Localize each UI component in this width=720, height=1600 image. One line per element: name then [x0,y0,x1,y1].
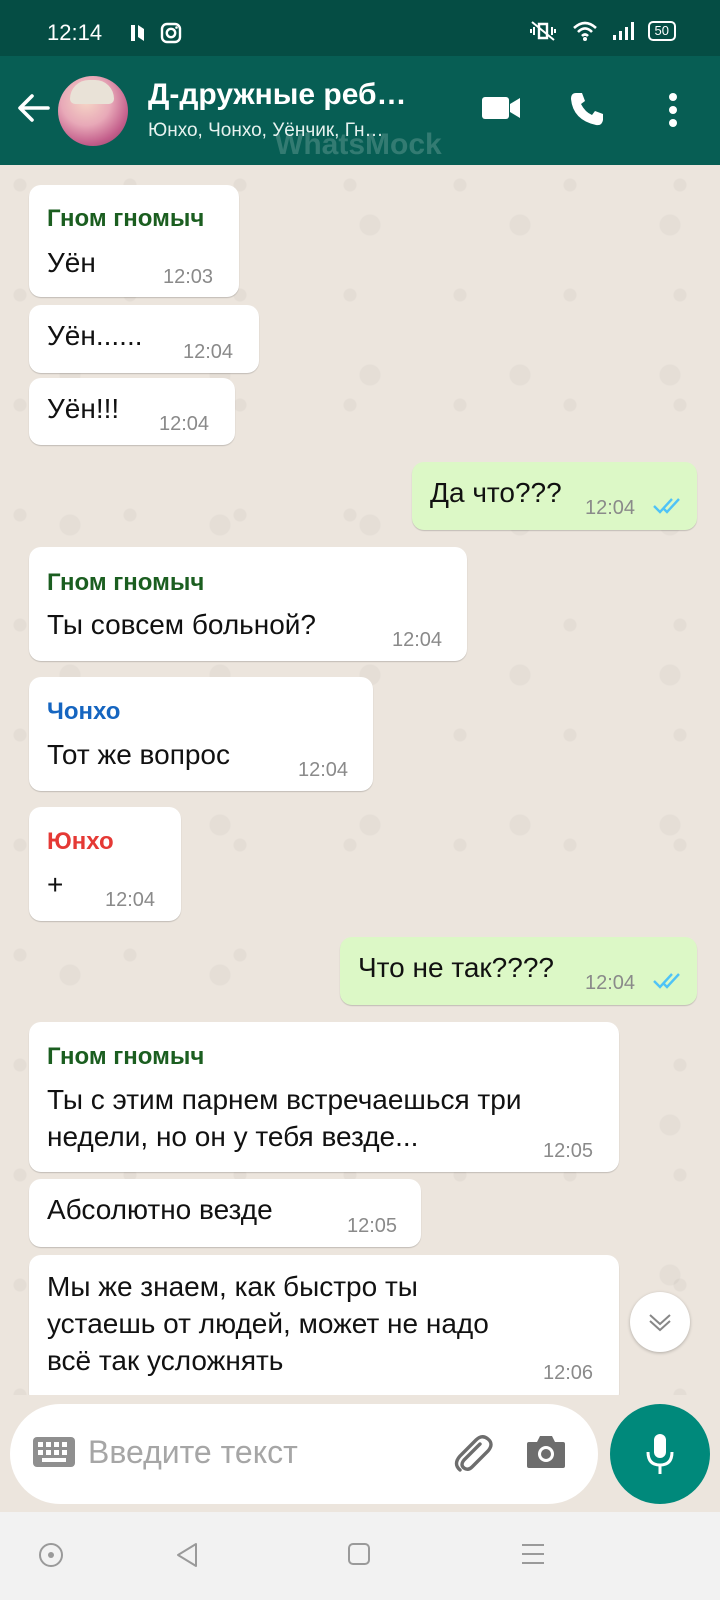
back-nav-icon[interactable] [174,1542,200,1568]
system-nav-bar [0,1512,720,1600]
more-vert-icon[interactable] [667,92,679,128]
instagram-icon [160,22,182,44]
message-time: 12:03 [163,266,214,288]
message-time: 12:04 [392,629,443,651]
message-sender: Юнхо [47,828,114,855]
message-bubble[interactable]: Гном гномыч Ты с этим парнем встречаешьс… [29,1022,619,1172]
message-bubble[interactable]: Гном гномыч Ты совсем больной? 12:04 [29,547,467,661]
message-time: 12:04 [183,341,234,363]
message-sender: Гном гномыч [47,569,205,596]
media-icon [131,25,144,41]
scroll-to-bottom-button[interactable] [630,1292,690,1352]
message-time: 12:05 [347,1215,398,1237]
message-list[interactable]: Гном гномыч Уён 12:03 Уён...... 12:04 Уё… [0,165,720,1395]
read-ticks-icon [653,973,680,989]
message-text: Уён!!! [47,393,120,424]
message-text: Ты с этим парнем встречаешься три недели… [47,1084,522,1152]
message-bubble[interactable]: Мы же знаем, как быстро ты устаешь от лю… [29,1255,619,1395]
vibrate-icon [529,21,556,41]
phone-icon[interactable] [568,90,606,128]
signal-icon [612,22,634,40]
chat-title[interactable]: Д-дружные реб… [148,78,433,112]
message-text: Абсолютно везде [47,1194,273,1225]
message-text: Ты совсем больной? [47,609,316,640]
status-bar: 12:14 50 [0,0,720,56]
keyboard-icon[interactable] [32,1436,76,1468]
read-ticks-icon [653,498,680,514]
message-time: 12:05 [543,1140,594,1162]
message-input[interactable]: Введите текст [88,1434,298,1471]
message-input-bar: Введите текст [10,1404,598,1504]
message-time: 12:04 [105,889,156,911]
battery-indicator: 50 [647,21,676,41]
back-arrow-icon[interactable] [16,90,52,126]
message-bubble[interactable]: Юнхо + 12:04 [29,807,181,921]
mic-icon [646,1434,674,1474]
message-text: + [47,869,64,900]
message-bubble-outgoing[interactable]: Что не так???? 12:04 [340,937,697,1005]
home-nav-icon[interactable] [347,1542,371,1566]
message-text: Мы же знаем, как быстро ты устаешь от лю… [47,1271,489,1376]
message-time: 12:04 [159,413,210,435]
watermark: WhatsMock [275,128,442,161]
group-avatar[interactable] [58,76,128,146]
assistant-icon[interactable] [38,1542,64,1568]
message-sender: Гном гномыч [47,205,205,232]
voice-message-button[interactable] [610,1404,710,1504]
message-bubble[interactable]: Уён!!! 12:04 [29,378,235,445]
message-bubble-outgoing[interactable]: Да что??? 12:04 [412,462,697,530]
status-time: 12:14 [47,20,103,45]
message-text: Что не так???? [358,952,554,983]
message-sender: Чонхо [47,698,121,725]
message-time: 12:04 [585,497,636,519]
message-sender: Гном гномыч [47,1043,205,1070]
message-time: 12:04 [298,759,349,781]
message-text: Да что??? [430,477,562,508]
message-bubble[interactable]: Гном гномыч Уён 12:03 [29,185,239,297]
message-time: 12:04 [585,972,636,994]
video-call-icon[interactable] [481,94,521,122]
message-text: Тот же вопрос [47,739,230,770]
message-time: 12:06 [543,1362,594,1384]
message-text: Уён...... [47,320,143,351]
camera-icon[interactable] [525,1432,567,1472]
message-bubble[interactable]: Уён...... 12:04 [29,305,259,373]
chevron-down-icon [649,1314,671,1332]
message-bubble[interactable]: Чонхо Тот же вопрос 12:04 [29,677,373,791]
chat-header: Д-дружные реб… Юнхо, Чонхо, Уёнчик, Гн… … [0,56,720,165]
message-text: Уён [47,247,96,278]
recents-nav-icon[interactable] [520,1542,546,1566]
wifi-icon [572,21,597,41]
attach-icon[interactable] [450,1432,496,1478]
message-bubble[interactable]: Абсолютно везде 12:05 [29,1179,421,1247]
